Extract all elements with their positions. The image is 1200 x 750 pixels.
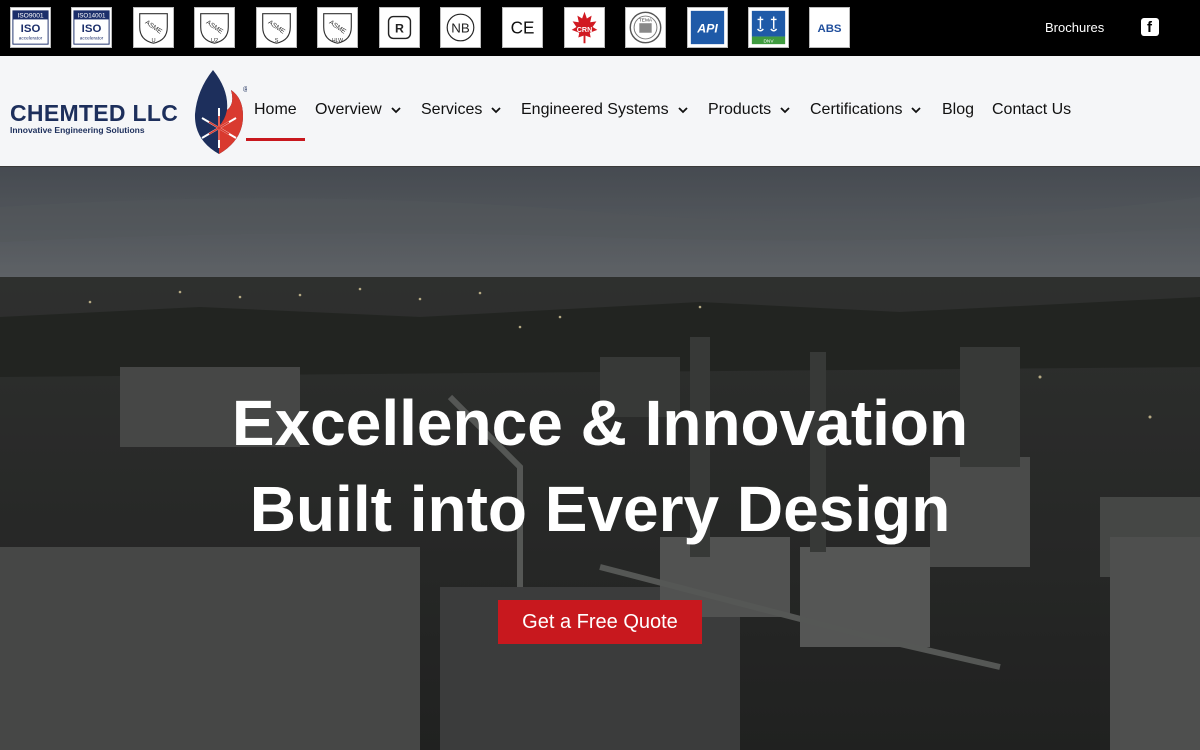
site-header: CHEMTED LLC Innovative Engineering Solut… xyxy=(0,56,1200,167)
nb-icon: NB xyxy=(440,7,481,48)
svg-text:ASME: ASME xyxy=(267,19,287,36)
nav-home[interactable]: Home xyxy=(254,101,297,119)
svg-text:U2: U2 xyxy=(211,38,218,44)
get-free-quote-button[interactable]: Get a Free Quote xyxy=(498,600,702,644)
nav-certifications[interactable]: Certifications xyxy=(810,101,922,119)
iso9001-icon: ISO9001 ISO accelerator xyxy=(10,7,51,48)
svg-text:ISO9001: ISO9001 xyxy=(17,13,44,20)
svg-text:ISO14001: ISO14001 xyxy=(78,13,106,20)
flame-snowflake-icon: ® xyxy=(194,70,247,154)
svg-text:CE: CE xyxy=(511,19,535,38)
svg-text:CRN: CRN xyxy=(577,26,592,34)
svg-text:ABS: ABS xyxy=(817,23,841,35)
svg-text:®: ® xyxy=(243,85,247,94)
asme-s-icon: ASME S xyxy=(256,7,297,48)
nav-blog[interactable]: Blog xyxy=(942,101,974,119)
ce-icon: CE xyxy=(502,7,543,48)
svg-text:accelerator: accelerator xyxy=(19,35,43,41)
chevron-down-icon xyxy=(911,106,922,113)
facebook-icon[interactable]: f xyxy=(1141,18,1159,36)
svg-text:DNV: DNV xyxy=(763,39,774,45)
crn-icon: CRN xyxy=(564,7,605,48)
svg-text:ISO: ISO xyxy=(21,23,41,35)
nav-active-indicator xyxy=(246,138,305,141)
svg-text:NB: NB xyxy=(451,21,470,36)
chevron-down-icon xyxy=(780,106,790,113)
abs-icon: ABS xyxy=(809,7,850,48)
svg-text:API: API xyxy=(696,22,718,36)
brand-tagline: Innovative Engineering Solutions xyxy=(10,125,145,135)
nav-services[interactable]: Services xyxy=(421,101,501,119)
svg-text:U: U xyxy=(151,38,155,44)
svg-text:R: R xyxy=(395,21,404,35)
nav-overview[interactable]: Overview xyxy=(315,101,401,119)
chemted-logo[interactable]: CHEMTED LLC Innovative Engineering Solut… xyxy=(8,68,248,158)
nav-products[interactable]: Products xyxy=(708,101,790,119)
svg-text:ASME: ASME xyxy=(144,19,164,36)
svg-text:ASME: ASME xyxy=(328,19,348,36)
hero-section: Excellence & Innovation Built into Every… xyxy=(0,167,1200,750)
chevron-down-icon xyxy=(678,106,688,113)
nav-contact-us[interactable]: Contact Us xyxy=(992,101,1071,119)
hero-title: Excellence & Innovation Built into Every… xyxy=(231,387,969,545)
chevron-down-icon xyxy=(391,106,401,113)
dnv-icon: DNV xyxy=(748,7,789,48)
certification-bar: ISO9001 ISO accelerator ISO14001 ISO acc… xyxy=(0,0,1200,56)
svg-text:HLW: HLW xyxy=(332,38,343,44)
api-icon: API xyxy=(687,7,728,48)
svg-text:ISO: ISO xyxy=(82,23,102,35)
nav-engineered-systems[interactable]: Engineered Systems xyxy=(521,101,688,119)
svg-text:accelerator: accelerator xyxy=(80,35,104,41)
svg-text:ASME: ASME xyxy=(205,19,225,36)
tema-icon: TEMA xyxy=(625,7,666,48)
r-stamp-icon: R xyxy=(379,7,420,48)
iso14001-icon: ISO14001 ISO accelerator xyxy=(71,7,112,48)
brand-name: CHEMTED LLC xyxy=(10,100,179,126)
brochures-link[interactable]: Brochures xyxy=(1045,20,1104,35)
svg-text:S: S xyxy=(275,38,279,44)
asme-u2-icon: ASME U2 xyxy=(194,7,235,48)
chevron-down-icon xyxy=(491,106,501,113)
svg-text:TEMA: TEMA xyxy=(639,17,653,23)
asme-hlw-icon: ASME HLW xyxy=(317,7,358,48)
asme-u-icon: ASME U xyxy=(133,7,174,48)
